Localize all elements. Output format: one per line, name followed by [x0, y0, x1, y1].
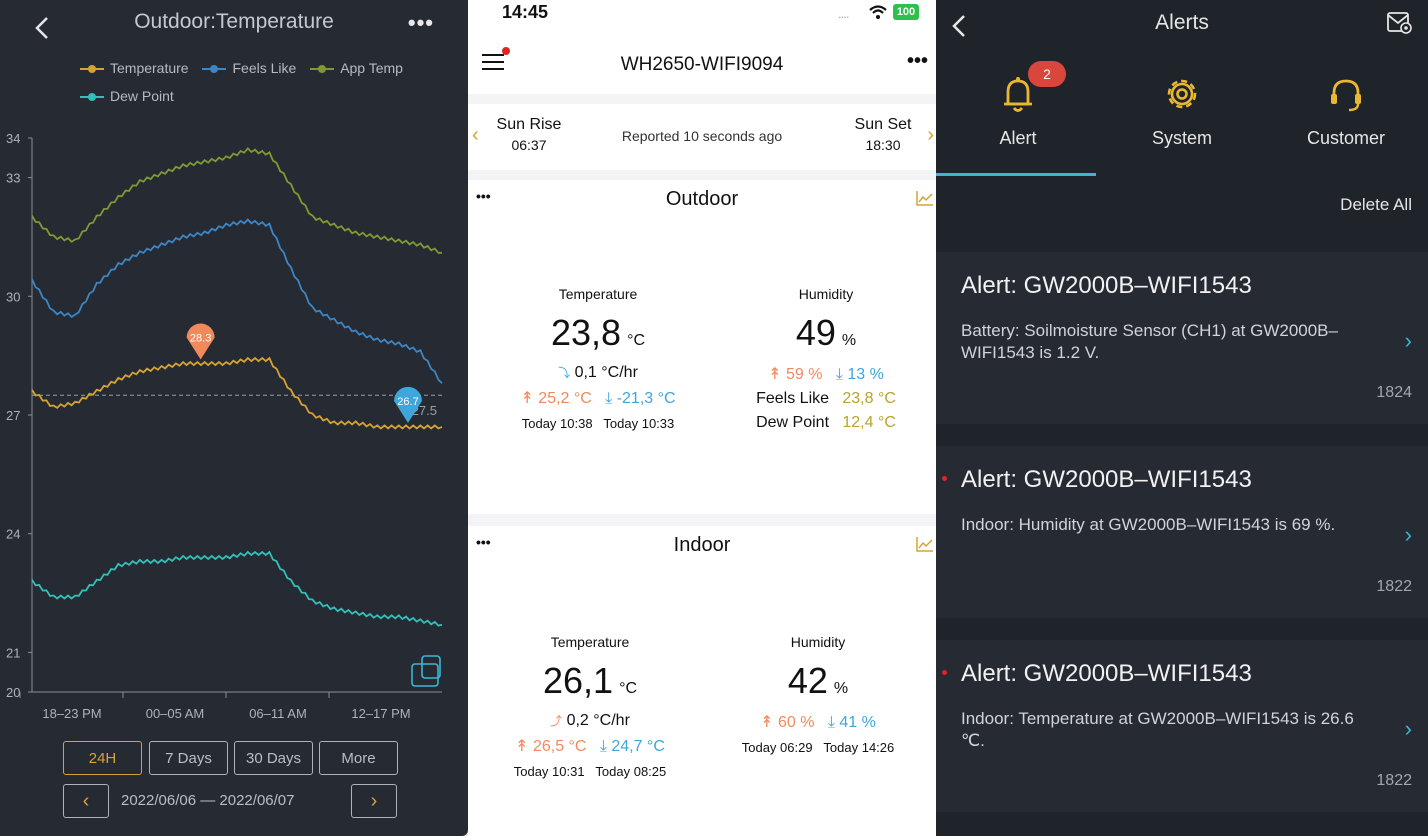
y-tick-label: 21 [6, 645, 20, 660]
legend-item-dew-point[interactable]: Dew Point [80, 82, 174, 110]
range-more-button[interactable]: More [319, 741, 398, 775]
chevron-right-icon[interactable]: › [1405, 716, 1412, 742]
x-tick-label: 18–23 PM [42, 706, 101, 720]
legend-item-app-temp[interactable]: App Temp [310, 54, 403, 82]
series-line-dew-point [31, 550, 443, 627]
delete-all-button[interactable]: Delete All [1340, 195, 1412, 215]
alert-id: 1822 [1376, 578, 1412, 595]
series-line-temperature [31, 356, 443, 430]
indoor-temp-value: 26,1 [542, 660, 614, 701]
chart-title: Outdoor:Temperature [134, 10, 334, 33]
dashboard-panel: 14:45 .... 100 WH2650-WIFI9094 ••• ‹ Sun… [468, 0, 936, 836]
unread-dot [942, 670, 947, 675]
sun-set: Sun Set 18:30 [848, 116, 918, 153]
date-navigator: ‹ 2022/06/06 — 2022/06/07 › [63, 784, 397, 818]
y-tick-label: 34 [6, 131, 20, 146]
x-tick-label: 00–05 AM [146, 706, 205, 720]
outdoor-card: ••• Outdoor Temperature 23,8 °C ⤵ 0,1 °C/… [468, 180, 936, 514]
sun-next-chevron-icon[interactable]: › [927, 124, 934, 147]
y-tick-label: 33 [6, 171, 20, 186]
marker-label: 28.3 [190, 333, 211, 345]
alert-body: Indoor: Humidity at GW2000B–WIFI1543 is … [961, 515, 1336, 534]
indoor-chart-icon[interactable] [916, 536, 934, 557]
alert-count-badge: 2 [1028, 61, 1066, 87]
sun-bar: ‹ Sun Rise 06:37 Reported 10 seconds ago… [468, 104, 936, 170]
alerts-title: Alerts [1155, 11, 1209, 34]
more-menu-button[interactable]: ••• [408, 10, 434, 36]
indoor-card: ••• Indoor Temperature 26,1 °C ⤴ 0,2 °C/h… [468, 526, 936, 836]
y-tick-label: 20 [6, 685, 20, 700]
series-line-app-temp [31, 147, 443, 254]
device-name: WH2650-WIFI9094 [620, 54, 784, 75]
y-tick-label: 24 [6, 527, 20, 542]
alert-body: Indoor: Temperature at GW2000B–WIFI1543 … [961, 709, 1354, 750]
temperature-chart[interactable]: 34 33 30 27 24 21 20 18–23 PM 00–05 AM 06–11 AM 12… [0, 120, 468, 720]
indoor-hum-value: 42 [787, 660, 828, 701]
alert-item[interactable]: Alert: GW2000B–WIFI1543 Battery: Soilmoi… [936, 252, 1428, 424]
alert-item[interactable]: Alert: GW2000B–WIFI1543 Indoor: Humidity… [936, 446, 1428, 618]
signal-indicator: .... [838, 6, 849, 21]
indoor-title: Indoor [673, 534, 731, 556]
trend-up-icon: ⤴ [550, 714, 563, 728]
tab-customer-label: Customer [1306, 128, 1386, 148]
y-tick-label: 30 [6, 289, 20, 304]
tab-system-label: System [1151, 128, 1212, 148]
alert-title: Alert: GW2000B–WIFI1543 [961, 272, 1252, 299]
alert-title: Alert: GW2000B–WIFI1543 [961, 466, 1252, 493]
next-date-button[interactable]: › [351, 784, 397, 818]
headset-icon [1324, 72, 1368, 116]
alert-item[interactable]: Alert: GW2000B–WIFI1543 Indoor: Temperat… [936, 640, 1428, 812]
status-time: 14:45 [502, 2, 549, 22]
alert-title: Alert: GW2000B–WIFI1543 [961, 660, 1252, 687]
tab-alert[interactable]: Alert [936, 60, 1100, 149]
tab-system[interactable]: System [1100, 60, 1264, 149]
active-tab-indicator [936, 173, 1096, 176]
tab-customer[interactable]: Customer [1264, 60, 1428, 149]
legend-item-feels-like[interactable]: Feels Like [202, 54, 296, 82]
indoor-temperature[interactable]: Temperature 26,1 °C ⤴ 0,2 °C/hr ↟ 26,5 °C… [490, 634, 690, 779]
date-range-label: 2022/06/06 — 2022/06/07 [121, 792, 295, 809]
alerts-panel: Alerts Alert System Customer 2 Delete Al… [936, 0, 1428, 836]
chevron-right-icon[interactable]: › [1405, 522, 1412, 548]
gear-icon [1160, 72, 1204, 116]
sun-set-label: Sun Set [854, 116, 912, 133]
marker-label: 26.7 [397, 396, 418, 408]
outdoor-title: Outdoor [665, 188, 739, 210]
device-navbar: WH2650-WIFI9094 ••• [468, 30, 936, 94]
device-more-button[interactable]: ••• [907, 50, 928, 73]
chevron-right-icon[interactable]: › [1405, 328, 1412, 354]
series-line-feels-like [31, 218, 443, 384]
sun-set-time: 18:30 [865, 137, 901, 153]
range-7-days-button[interactable]: 7 Days [149, 741, 228, 775]
rotate-screen-icon [411, 655, 441, 687]
unread-dot [942, 476, 947, 481]
alert-body: Battery: Soilmoisture Sensor (CH1) at GW… [961, 321, 1338, 362]
outdoor-chart-icon[interactable] [916, 190, 934, 211]
mail-settings-icon[interactable] [1386, 10, 1414, 41]
x-tick-label: 06–11 AM [249, 706, 307, 720]
range-24h-button[interactable]: 24H [63, 741, 142, 775]
alert-tabs: Alert System Customer [936, 60, 1428, 180]
tab-alert-label: Alert [999, 128, 1037, 148]
chart-legend: Temperature Feels Like App Temp Dew Poin… [80, 54, 450, 110]
prev-date-button[interactable]: ‹ [63, 784, 109, 818]
outdoor-humidity[interactable]: Humidity 49% ↟ 59 % ⤓ 13 % Feels Like 23… [726, 286, 926, 432]
outdoor-temp-value: 23,8 [550, 312, 622, 353]
trend-down-icon: ⤵ [558, 366, 571, 380]
x-tick-label: 12–17 PM [351, 706, 410, 720]
range-30-days-button[interactable]: 30 Days [234, 741, 313, 775]
status-bar: 14:45 .... 100 [468, 0, 936, 30]
outdoor-hum-value: 49 [795, 312, 836, 353]
indoor-humidity[interactable]: Humidity 42% ↟ 60 % ⤓ 41 % Today 06:29 T… [718, 634, 918, 755]
y-tick-label: 27 [6, 408, 20, 423]
outdoor-temperature[interactable]: Temperature 23,8 °C ⤵ 0,1 °C/hr ↟ 25,2 °C… [498, 286, 698, 431]
alert-id: 1824 [1376, 384, 1412, 401]
battery-icon: 100 [893, 4, 919, 20]
chart-panel: Outdoor:Temperature ••• Temperature Feel… [0, 0, 468, 836]
legend-item-temperature[interactable]: Temperature [80, 54, 189, 82]
alert-id: 1822 [1376, 772, 1412, 789]
wifi-icon [868, 4, 888, 25]
